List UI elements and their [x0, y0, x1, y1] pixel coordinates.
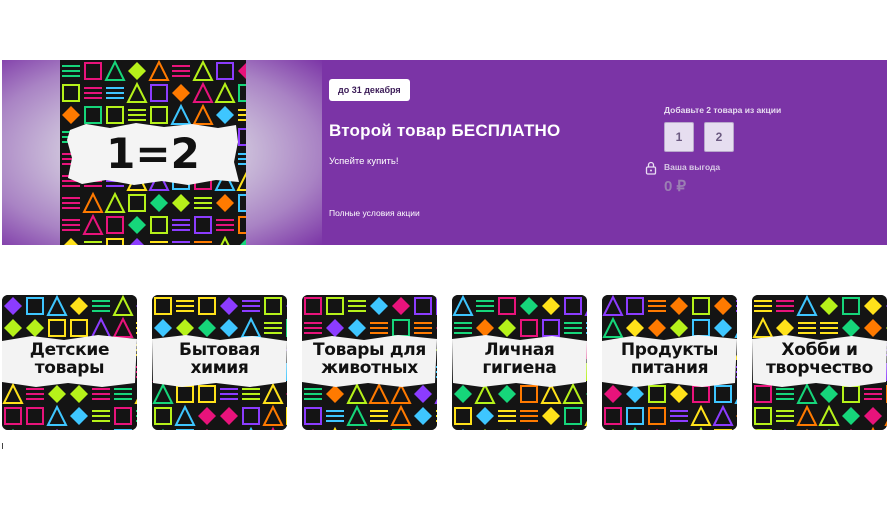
promo-terms-link[interactable]: Полные условия акции: [329, 208, 420, 218]
category-label: Личная гигиена: [482, 340, 557, 378]
category-card-kids[interactable]: Детские товары: [2, 295, 137, 430]
lock-icon: [645, 161, 657, 175]
benefit-label: Ваша выгода: [664, 162, 721, 172]
add-products-hint: Добавьте 2 товара из акции: [664, 105, 782, 115]
category-card-pets[interactable]: Товары для животных: [302, 295, 437, 430]
stray-mark: [2, 443, 3, 449]
promo-title: Второй товар БЕСПЛАТНО: [329, 121, 561, 140]
product-slot-1[interactable]: 1: [664, 122, 694, 152]
category-card-hobby[interactable]: Хобби и творчество: [752, 295, 887, 430]
promo-banner: 1=2 до 31 декабря Второй товар БЕСПЛАТНО…: [2, 60, 887, 245]
category-label: Хобби и творчество: [765, 340, 874, 378]
deadline-badge: до 31 декабря: [329, 79, 410, 101]
promo-art-text: 1=2: [106, 129, 200, 178]
category-label: Товары для животных: [312, 340, 427, 378]
category-label: Бытовая химия: [179, 340, 260, 378]
category-card-household-chemicals[interactable]: Бытовая химия: [152, 295, 287, 430]
category-label: Детские товары: [29, 340, 110, 378]
category-label: Продукты питания: [620, 340, 719, 378]
category-card-hygiene[interactable]: Личная гигиена: [452, 295, 587, 430]
category-grid: Детские товары Бытовая химия Товары для жив…: [2, 295, 887, 430]
promo-subtitle: Успейте купить!: [329, 156, 399, 167]
benefit-value: 0 ₽: [664, 178, 687, 195]
promo-image[interactable]: 1=2: [60, 60, 246, 245]
product-slot-2[interactable]: 2: [704, 122, 734, 152]
category-card-food[interactable]: Продукты питания: [602, 295, 737, 430]
